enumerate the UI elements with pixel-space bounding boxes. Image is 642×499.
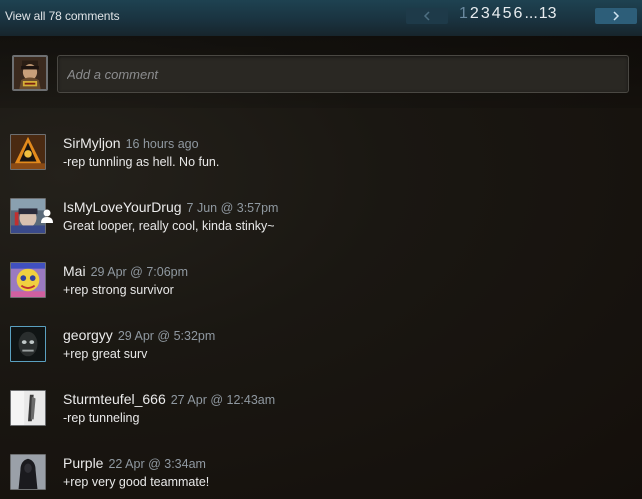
author-name[interactable]: Purple	[63, 455, 103, 471]
page-link-6[interactable]: 6	[514, 5, 525, 23]
friend-icon	[41, 209, 53, 223]
comment-author[interactable]: SirMyljon 16 hours ago	[63, 135, 199, 151]
page-link-3[interactable]: 3	[481, 5, 492, 23]
commenter-avatar[interactable]	[10, 326, 46, 362]
chevron-left-icon	[423, 11, 430, 21]
author-name[interactable]: georgyy	[63, 327, 113, 343]
comment-author[interactable]: georgyy 29 Apr @ 5:32pm	[63, 327, 215, 343]
comment-item: Sturmteufel_666 27 Apr @ 12:43am -rep tun…	[0, 388, 642, 452]
comment-text: +rep very good teammate!	[63, 475, 210, 489]
comment-item: Mai 29 Apr @ 7:06pm +rep strong survivor	[0, 260, 642, 324]
page-link-5[interactable]: 5	[503, 5, 514, 23]
comment-text: -rep tunnling as hell. No fun.	[63, 155, 220, 169]
comment-timestamp: 29 Apr @ 7:06pm	[90, 265, 189, 279]
comments-header: View all 78 comments 1 2 3 4 5 6 ... 13	[0, 0, 642, 36]
comment-timestamp: 16 hours ago	[125, 137, 199, 151]
chevron-right-icon	[613, 11, 620, 21]
page-link-4[interactable]: 4	[492, 5, 503, 23]
comment-timestamp: 22 Apr @ 3:34am	[108, 457, 206, 471]
comment-text: +rep strong survivor	[63, 283, 174, 297]
pagination: 1 2 3 4 5 6 ... 13	[459, 5, 559, 27]
commenter-avatar[interactable]	[10, 134, 46, 170]
pagination-ellipsis: ...	[524, 5, 538, 22]
add-comment-input[interactable]	[57, 55, 629, 93]
my-avatar[interactable]	[12, 55, 48, 91]
comment-item: georgyy 29 Apr @ 5:32pm +rep great surv	[0, 324, 642, 388]
comment-item: IsMyLoveYourDrug 7 Jun @ 3:57pm Great loo…	[0, 196, 642, 260]
author-name[interactable]: SirMyljon	[63, 135, 121, 151]
comment-timestamp: 27 Apr @ 12:43am	[170, 393, 276, 407]
comment-author[interactable]: IsMyLoveYourDrug 7 Jun @ 3:57pm	[63, 199, 278, 215]
commenter-avatar[interactable]	[10, 262, 46, 298]
comment-author[interactable]: Mai 29 Apr @ 7:06pm	[63, 263, 188, 279]
commenter-avatar[interactable]	[10, 390, 46, 426]
view-all-comments-link[interactable]: View all 78 comments	[5, 9, 120, 23]
comment-timestamp: 7 Jun @ 3:57pm	[186, 201, 279, 215]
commenter-avatar[interactable]	[10, 454, 46, 490]
prev-page-button[interactable]	[406, 8, 448, 24]
comment-item: Purple 22 Apr @ 3:34am +rep very good tea…	[0, 452, 642, 499]
comment-text: -rep tunneling	[63, 411, 140, 425]
page-link-1[interactable]: 1	[459, 5, 470, 23]
author-name[interactable]: IsMyLoveYourDrug	[63, 199, 182, 215]
comment-text: Great looper, really cool, kinda stinky~	[63, 219, 275, 233]
next-page-button[interactable]	[595, 8, 637, 24]
author-name[interactable]: Sturmteufel_666	[63, 391, 166, 407]
author-name[interactable]: Mai	[63, 263, 86, 279]
page-link-13[interactable]: 13	[539, 5, 559, 23]
comment-text: +rep great surv	[63, 347, 148, 361]
comment-item: SirMyljon 16 hours ago -rep tunnling as h…	[0, 132, 642, 196]
comment-author[interactable]: Purple 22 Apr @ 3:34am	[63, 455, 206, 471]
comment-timestamp: 29 Apr @ 5:32pm	[117, 329, 216, 343]
page-link-2[interactable]: 2	[470, 5, 481, 23]
comment-author[interactable]: Sturmteufel_666 27 Apr @ 12:43am	[63, 391, 275, 407]
add-comment-section	[0, 36, 642, 108]
